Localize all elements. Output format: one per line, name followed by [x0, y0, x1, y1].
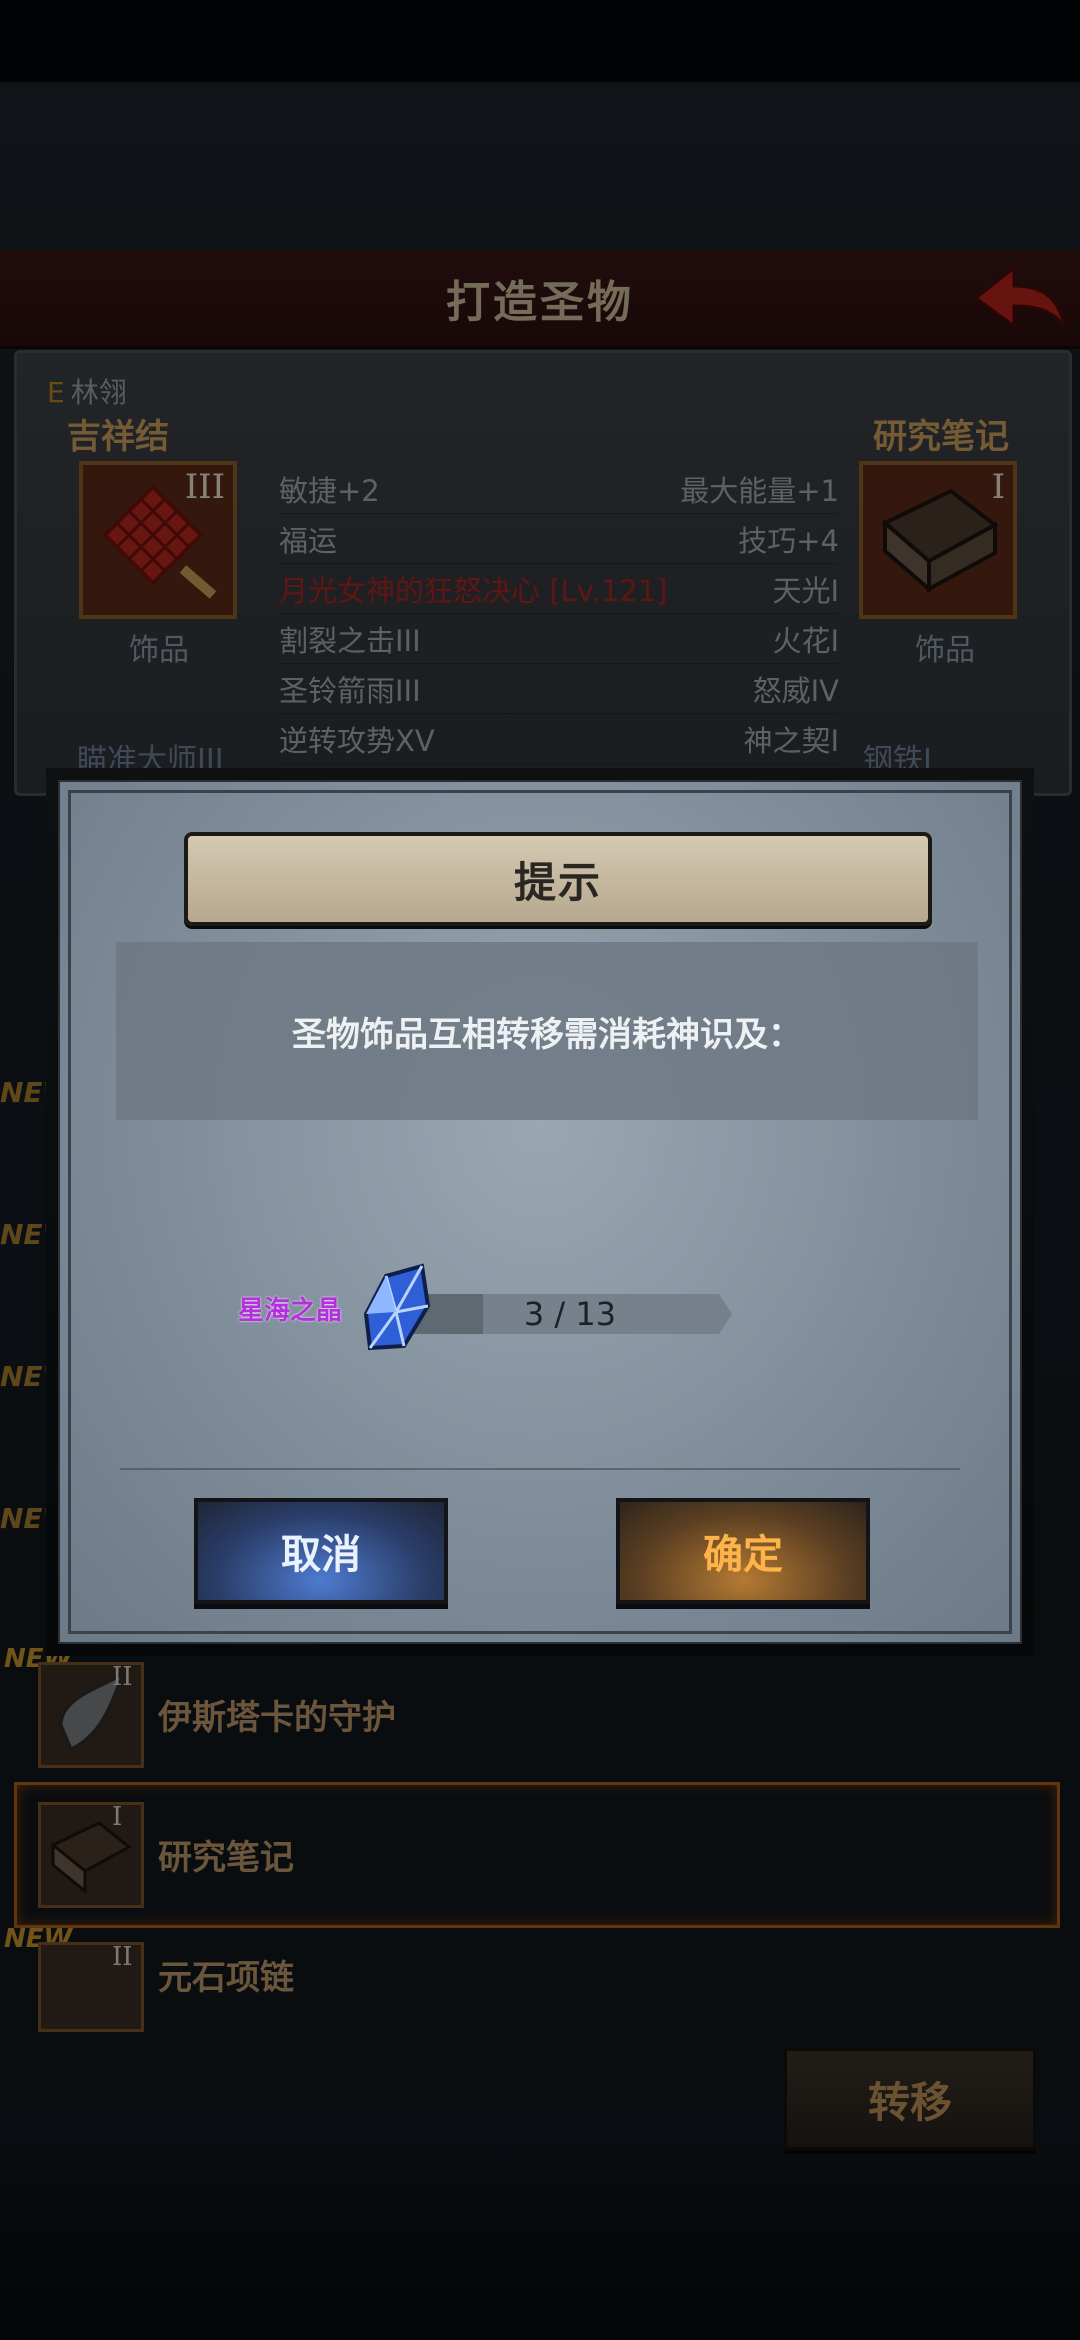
- dialog-title: 提示: [513, 857, 602, 907]
- cost-count: 3 / 13: [523, 1295, 617, 1333]
- hint-dialog: 提示 圣物饰品互相转移需消耗神识及： 星海之晶 3 / 13 取消 确定: [46, 768, 1034, 1656]
- confirm-button[interactable]: 确定: [616, 1498, 870, 1604]
- dialog-title-banner: 提示: [184, 832, 932, 926]
- message-box: 圣物饰品互相转移需消耗神识及：: [116, 942, 978, 1120]
- cancel-button[interactable]: 取消: [194, 1498, 448, 1604]
- dialog-message: 圣物饰品互相转移需消耗神识及：: [292, 1014, 802, 1055]
- dialog-body: 提示 圣物饰品互相转移需消耗神识及： 星海之晶 3 / 13 取消 确定: [58, 780, 1022, 1644]
- cost-row: 星海之晶 3 / 13: [60, 1262, 1020, 1352]
- crystal-icon: [363, 1263, 431, 1351]
- cost-item-name: 星海之晶: [238, 1296, 343, 1326]
- dialog-divider: [120, 1468, 960, 1470]
